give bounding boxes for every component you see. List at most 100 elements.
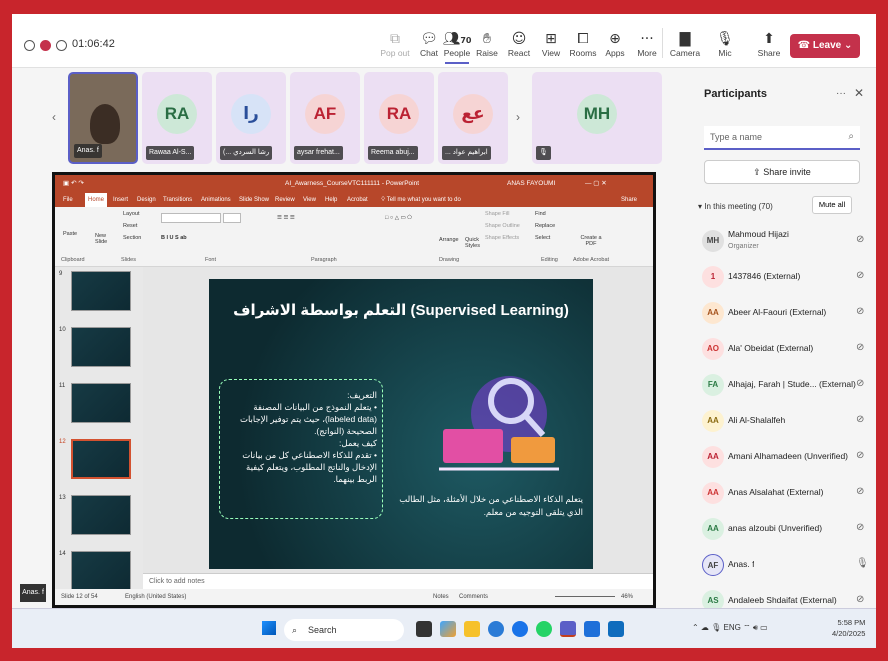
chrome-icon[interactable]	[488, 621, 504, 637]
quick-styles-button[interactable]: Quick Styles	[465, 237, 481, 249]
language-status[interactable]: English (United States)	[125, 589, 186, 605]
participant-row[interactable]: AA Anas Alsalahat (External) ⊘	[702, 478, 872, 510]
shape-fill-button[interactable]: Shape Fill	[485, 211, 509, 217]
outlook-icon[interactable]	[608, 621, 624, 637]
share-invite-button[interactable]: ⇪ Share invite	[704, 160, 860, 184]
task-view-icon[interactable]	[416, 621, 432, 637]
notes-toggle[interactable]: Notes	[433, 589, 449, 605]
leave-button[interactable]: ☎ Leave ⌄	[790, 34, 860, 58]
file-explorer-icon[interactable]	[464, 621, 480, 637]
participant-row[interactable]: FA Alhajaj, Farah | Stude... (External) ⊘	[702, 370, 872, 402]
calendar-icon[interactable]	[584, 621, 600, 637]
layout-button[interactable]: Layout	[123, 211, 140, 217]
video-tile[interactable]: عع ... ابراهيم عواد	[438, 72, 508, 164]
tab-review[interactable]: Review	[275, 193, 295, 207]
paragraph-icons[interactable]: ☰ ☰ ☰	[277, 215, 295, 221]
participant-search-input[interactable]: Type a name ⌕	[704, 126, 860, 150]
tellme-box[interactable]: 💡︎ Tell me what you want to do	[381, 193, 461, 207]
tab-transitions[interactable]: Transitions	[163, 193, 192, 207]
system-tray[interactable]: ⌃ ☁ 🎙︎ ENG ⌔ 🔊︎ ▭	[692, 623, 768, 633]
mic-off-icon[interactable]: ⊘	[856, 486, 864, 497]
mic-off-icon[interactable]: ⊘	[856, 342, 864, 353]
share-button[interactable]: ⬆ Share	[752, 30, 786, 58]
tiles-next-icon[interactable]: ›	[516, 110, 520, 124]
shapes-gallery-icon[interactable]: □ ○ △ ▭ ⬠	[385, 215, 412, 221]
tab-view[interactable]: View	[303, 193, 316, 207]
slide-thumbnail[interactable]	[71, 495, 131, 535]
in-meeting-header[interactable]: ▾ In this meeting (70)	[698, 202, 773, 211]
zoom-slider[interactable]	[555, 596, 615, 597]
edge-icon[interactable]	[512, 621, 528, 637]
tiles-prev-icon[interactable]: ‹	[52, 110, 56, 124]
video-tile[interactable]: RA Rawaa Al-S...	[142, 72, 212, 164]
mic-button[interactable]: 🎙︎ Mic	[708, 30, 742, 58]
view-button[interactable]: ⊞ View	[534, 30, 568, 58]
participant-row[interactable]: 1 1437846 (External) ⊘	[702, 262, 872, 294]
mic-off-icon[interactable]: ⊘	[856, 594, 864, 605]
copilot-icon[interactable]	[440, 621, 456, 637]
save-icon[interactable]: ▣ ↶ ↷	[63, 175, 84, 193]
replace-button[interactable]: Replace	[535, 223, 555, 229]
mic-on-icon[interactable]: 🎙︎	[856, 558, 869, 569]
participant-row[interactable]: MH Mahmoud Hijazi Organizer ⊘	[702, 226, 872, 258]
slide-thumbnail-selected[interactable]	[71, 439, 131, 479]
video-tile[interactable]: RA Reema abuj...	[364, 72, 434, 164]
slide-thumbnail[interactable]	[71, 271, 131, 311]
find-button[interactable]: Find	[535, 211, 546, 217]
font-format-icons[interactable]: B I U S ab	[161, 235, 187, 241]
react-button[interactable]: ☺ React	[502, 30, 536, 58]
mic-off-icon[interactable]: ⊘	[856, 306, 864, 317]
mic-off-icon[interactable]: ⊘	[856, 522, 864, 533]
mic-off-icon[interactable]: ⊘	[856, 450, 864, 461]
slide-thumbnail[interactable]	[71, 327, 131, 367]
windows-start-icon[interactable]	[262, 621, 276, 635]
tab-design[interactable]: Design	[137, 193, 156, 207]
tab-file[interactable]: File	[63, 193, 73, 207]
mute-all-button[interactable]: Mute all	[812, 196, 852, 214]
font-name-field[interactable]	[161, 213, 221, 223]
comments-toggle[interactable]: Comments	[459, 589, 488, 605]
ppt-share-button[interactable]: Share	[621, 193, 637, 207]
raise-hand-button[interactable]: ✋︎ Raise	[470, 30, 504, 58]
zoom-level[interactable]: 46%	[621, 589, 633, 605]
more-button[interactable]: ··· More	[630, 30, 664, 58]
popout-button[interactable]: ⧉ Pop out	[378, 30, 412, 58]
tab-help[interactable]: Help	[325, 193, 337, 207]
slide-thumbnail[interactable]	[71, 383, 131, 423]
notes-pane[interactable]: Click to add notes	[143, 573, 653, 589]
current-slide[interactable]: التعلم بواسطة الاشراف (Supervised Learni…	[209, 279, 593, 569]
create-pdf-button[interactable]: Create a PDF	[579, 235, 603, 247]
participant-row[interactable]: AA anas alzoubi (Unverified) ⊘	[702, 514, 872, 546]
participant-row[interactable]: AA Abeer Al-Faouri (External) ⊘	[702, 298, 872, 330]
tab-acrobat[interactable]: Acrobat	[347, 193, 368, 207]
video-tile[interactable]: MH 🎙︎	[532, 72, 662, 164]
apps-button[interactable]: ⊕ Apps	[598, 30, 632, 58]
window-controls-icon[interactable]: — ▢ ✕	[585, 175, 607, 193]
tab-home[interactable]: Home	[85, 193, 108, 207]
mic-off-icon[interactable]: ⊘	[856, 414, 864, 425]
font-size-field[interactable]	[223, 213, 241, 223]
participant-row[interactable]: AF Anas. f 🎙︎	[702, 550, 872, 582]
mic-off-icon[interactable]: ⊘	[856, 270, 864, 281]
select-button[interactable]: Select	[535, 235, 550, 241]
tab-insert[interactable]: Insert	[113, 193, 128, 207]
camera-button[interactable]: ▇ Camera	[668, 30, 702, 58]
shape-outline-button[interactable]: Shape Outline	[485, 223, 520, 229]
people-button[interactable]: 👥︎70 People	[440, 30, 474, 58]
video-tile[interactable]: AF aysar frehat...	[290, 72, 360, 164]
rooms-button[interactable]: ⧠ Rooms	[566, 30, 600, 58]
whatsapp-icon[interactable]	[536, 621, 552, 637]
clock[interactable]: 5:58 PM 4/20/2025	[832, 617, 865, 639]
close-icon[interactable]: ✕	[854, 86, 864, 100]
teams-icon[interactable]	[560, 621, 576, 637]
shape-effects-button[interactable]: Shape Effects	[485, 235, 519, 241]
arrange-button[interactable]: Arrange	[439, 237, 459, 243]
participant-row[interactable]: AA Amani Alhamadeen (Unverified) ⊘	[702, 442, 872, 474]
tab-animations[interactable]: Animations	[201, 193, 231, 207]
taskbar-search[interactable]: ⌕ Search	[284, 619, 404, 641]
video-tile[interactable]: را (... رشا السردي	[216, 72, 286, 164]
section-button[interactable]: Section	[123, 235, 141, 241]
slide-thumbnail[interactable]	[71, 551, 131, 591]
more-options-icon[interactable]: ···	[836, 88, 846, 99]
mic-off-icon[interactable]: ⊘	[856, 378, 864, 389]
